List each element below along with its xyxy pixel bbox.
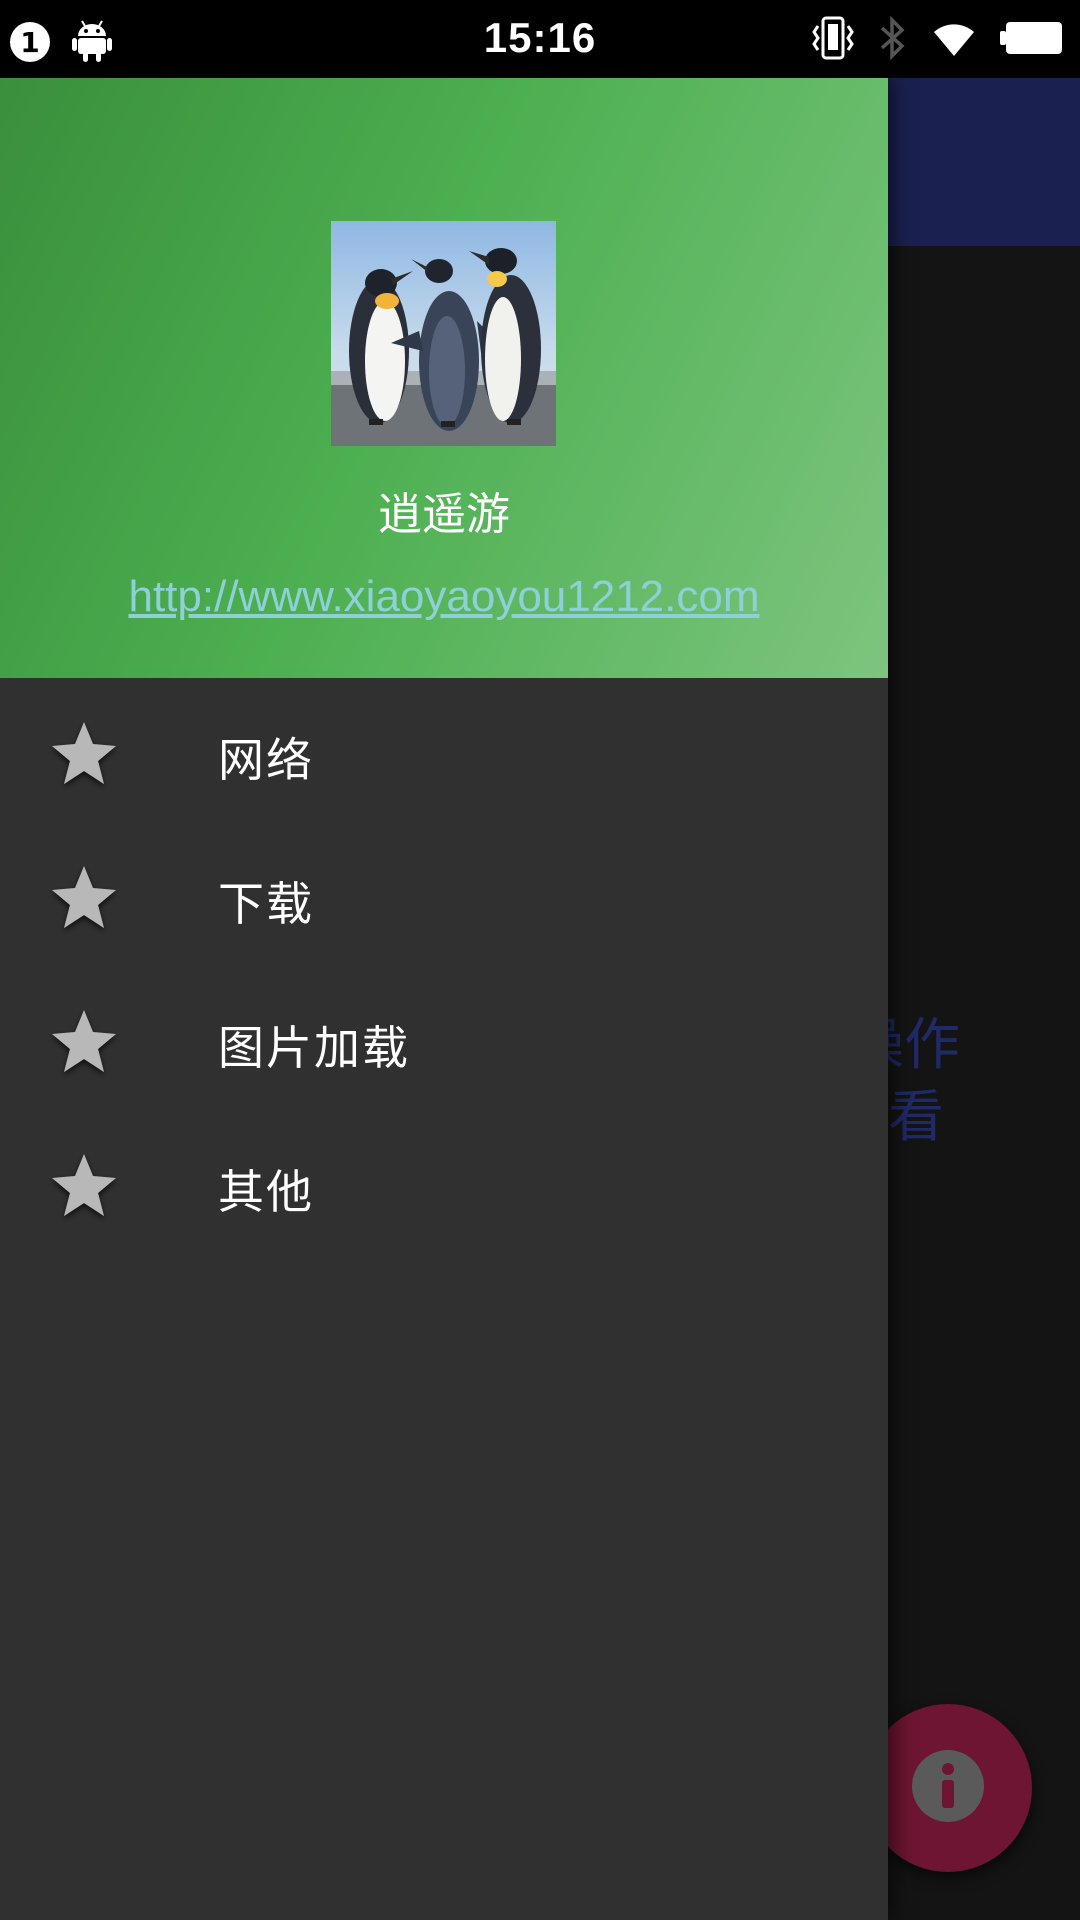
username: 逍遥游 — [378, 489, 510, 540]
menu-item-other[interactable]: 其他 — [0, 1110, 888, 1254]
info-fab-button[interactable] — [864, 1704, 1032, 1872]
star-icon — [48, 718, 120, 790]
menu-item-network[interactable]: 网络 — [0, 678, 888, 822]
menu-item-download[interactable]: 下载 — [0, 822, 888, 966]
star-icon — [48, 1006, 120, 1078]
penguins-avatar[interactable] — [331, 221, 556, 446]
navigation-drawer: 逍遥游 http://www.xiaoyaoyou1212.com 网络 下载 … — [0, 78, 888, 1920]
star-icon — [48, 1150, 120, 1222]
vibrate-icon — [810, 16, 856, 64]
drawer-header: 逍遥游 http://www.xiaoyaoyou1212.com — [0, 78, 888, 678]
bluetooth-icon — [878, 15, 908, 64]
wifi-icon — [930, 18, 978, 62]
drawer-menu: 网络 下载 图片加载 其他 — [0, 678, 888, 1254]
info-icon — [911, 1749, 985, 1827]
status-bar: 1 15:16 — [0, 0, 1080, 78]
screen: 1 15:16 操作 看 逍遥游 http://www.xiaoyaoyou12… — [0, 0, 1080, 1920]
user-link[interactable]: http://www.xiaoyaoyou1212.com — [0, 572, 888, 622]
status-right — [810, 15, 1064, 64]
menu-item-image-loading[interactable]: 图片加载 — [0, 966, 888, 1110]
menu-item-label: 网络 — [218, 733, 314, 787]
menu-item-label: 其他 — [218, 1165, 314, 1219]
menu-item-label: 下载 — [218, 877, 314, 931]
star-icon — [48, 862, 120, 934]
menu-item-label: 图片加载 — [218, 1021, 410, 1075]
battery-icon — [1000, 18, 1064, 62]
